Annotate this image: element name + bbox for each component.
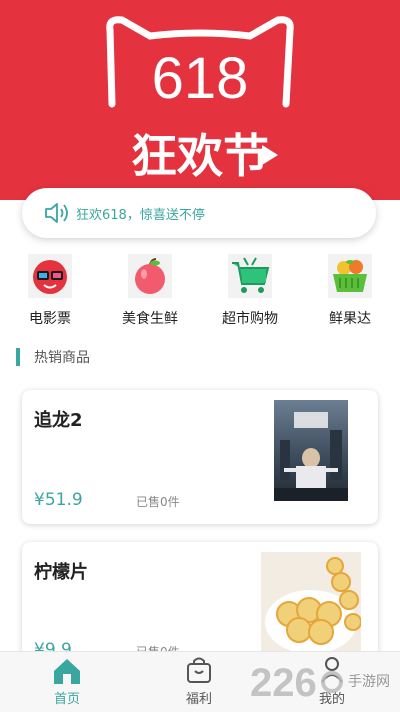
notice-text: 狂欢618，惊喜送不停 [76, 207, 205, 223]
watermark-site: 手游网 [348, 674, 390, 690]
product-card[interactable]: 追龙2 ¥51.9 已售0件 [22, 390, 378, 524]
fruit-basket-icon [328, 254, 372, 298]
category-label: 鲜果达 [329, 311, 371, 327]
tab-label: 福利 [185, 692, 212, 707]
movie-poster-image [274, 400, 348, 501]
lemon-slices-image [261, 552, 361, 652]
product-card[interactable]: 柠檬片 ¥9.9 已售0件 [22, 542, 378, 660]
apple-icon [128, 254, 172, 298]
promo-banner: 618 狂欢节 [0, 0, 400, 200]
category-food[interactable]: 美食生鲜 [110, 254, 190, 328]
movie-glasses-icon [28, 254, 72, 298]
product-price: ¥51.9 [34, 490, 83, 510]
notice-bar[interactable]: 狂欢618，惊喜送不停 [22, 188, 376, 238]
category-supermarket[interactable]: 超市购物 [210, 254, 290, 328]
banner-number: 618 [152, 46, 249, 111]
tab-label: 首页 [53, 692, 80, 707]
product-name: 追龙2 [34, 410, 83, 431]
section-accent-bar [16, 348, 20, 366]
category-label: 电影票 [29, 311, 71, 327]
product-name: 柠檬片 [34, 562, 88, 583]
section-header: 热销商品 [16, 347, 90, 367]
tab-home[interactable]: 首页 [27, 652, 107, 712]
category-movie-tickets[interactable]: 电影票 [10, 254, 90, 328]
speaker-icon [45, 203, 68, 223]
tab-welfare[interactable]: 福利 [159, 652, 239, 712]
shopping-cart-icon [228, 254, 272, 298]
watermark-number: 226 [250, 661, 317, 705]
banner-title: 狂欢节 [131, 129, 269, 183]
category-fresh-fruit[interactable]: 鲜果达 [310, 254, 390, 328]
watermark-logo: 226 手游网 [250, 661, 390, 705]
tmall-cat-logo: 618 狂欢节 [106, 16, 294, 183]
category-label: 美食生鲜 [122, 311, 178, 327]
category-label: 超市购物 [222, 311, 278, 327]
home-icon [54, 659, 80, 684]
category-row: 电影票 美食生鲜 超市购物 鲜果达 [0, 254, 400, 330]
bag-icon [187, 657, 211, 683]
product-sold-count: 已售0件 [136, 495, 180, 509]
section-title: 热销商品 [34, 350, 90, 366]
